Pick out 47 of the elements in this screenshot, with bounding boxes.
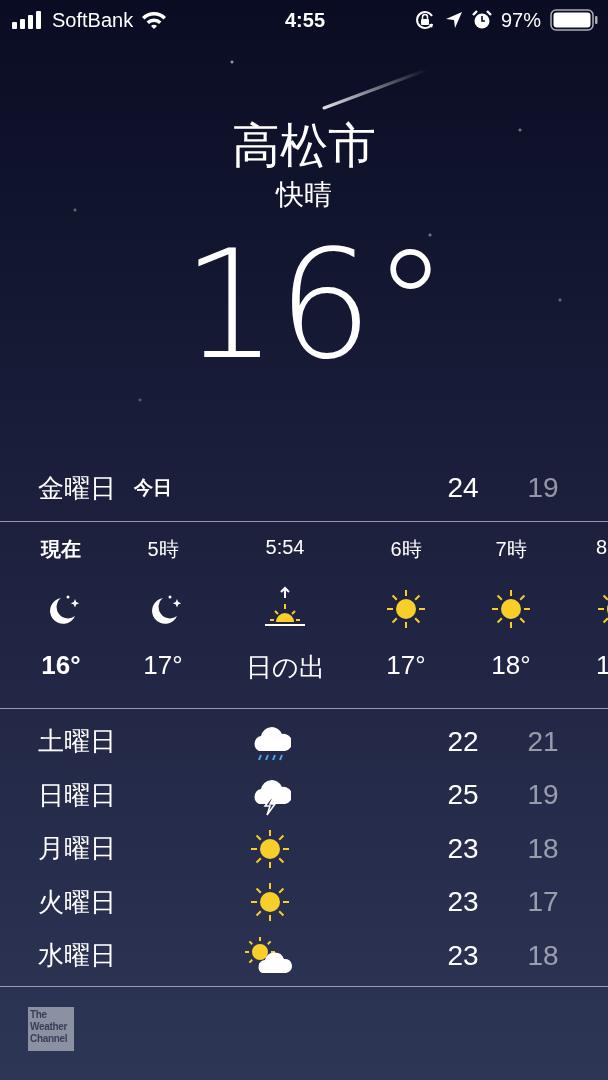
sun-icon bbox=[385, 588, 427, 630]
rotation-lock-icon bbox=[413, 9, 436, 31]
today-label: 今日 bbox=[134, 476, 173, 500]
day-name: 土曜日 bbox=[38, 725, 117, 759]
hour-label: 5:54 bbox=[265, 536, 305, 560]
sun-icon bbox=[249, 881, 291, 924]
hour-label: 現在 bbox=[41, 537, 81, 562]
hour-label: 8 bbox=[596, 536, 608, 560]
hour-temperature: 17° bbox=[143, 650, 183, 681]
sun-icon bbox=[490, 588, 532, 630]
city-name: 高松市 bbox=[232, 118, 376, 174]
hour-label: 6時 bbox=[390, 537, 422, 562]
hour-label: 7時 bbox=[495, 537, 527, 562]
weather-condition: 快晴 bbox=[276, 178, 332, 212]
day-name: 水曜日 bbox=[38, 939, 117, 973]
high-temperature: 23 bbox=[446, 832, 480, 865]
high-temperature: 23 bbox=[446, 886, 480, 919]
location-arrow-icon bbox=[444, 11, 463, 29]
low-temperature: 19 bbox=[526, 779, 560, 812]
high-temperature: 25 bbox=[446, 779, 480, 812]
carrier-name: SoftBank bbox=[52, 8, 134, 32]
current-temperature: 16° bbox=[182, 220, 448, 390]
low-temperature: 21 bbox=[526, 725, 560, 758]
day-name: 日曜日 bbox=[38, 778, 117, 812]
high-temperature: 23 bbox=[446, 939, 480, 972]
hour-label: 5時 bbox=[147, 537, 179, 562]
alarm-clock-icon bbox=[471, 10, 492, 30]
hour-temperature: 16° bbox=[41, 650, 81, 681]
day-name: 金曜日 bbox=[38, 471, 116, 505]
low-temperature: 17 bbox=[526, 886, 560, 919]
sun-icon bbox=[249, 827, 291, 870]
high-temperature: 24 bbox=[446, 472, 480, 504]
hour-temperature: 17° bbox=[386, 650, 426, 681]
high-temperature: 22 bbox=[446, 725, 480, 758]
hour-temperature: 18° bbox=[491, 650, 531, 681]
low-temperature: 18 bbox=[526, 832, 560, 865]
battery-percent: 97% bbox=[500, 8, 541, 32]
hour-temperature: 日の出 bbox=[245, 651, 325, 684]
low-temperature: 18 bbox=[526, 939, 560, 972]
battery-icon bbox=[550, 9, 598, 31]
low-temperature: 19 bbox=[526, 472, 560, 504]
day-name: 火曜日 bbox=[38, 885, 117, 919]
clock-time: 4:55 bbox=[285, 8, 325, 32]
signal-icon bbox=[12, 11, 44, 29]
weather-channel-logo[interactable]: The Weather Channel bbox=[28, 1007, 74, 1051]
wifi-icon bbox=[141, 11, 168, 29]
day-name: 月曜日 bbox=[38, 832, 117, 866]
